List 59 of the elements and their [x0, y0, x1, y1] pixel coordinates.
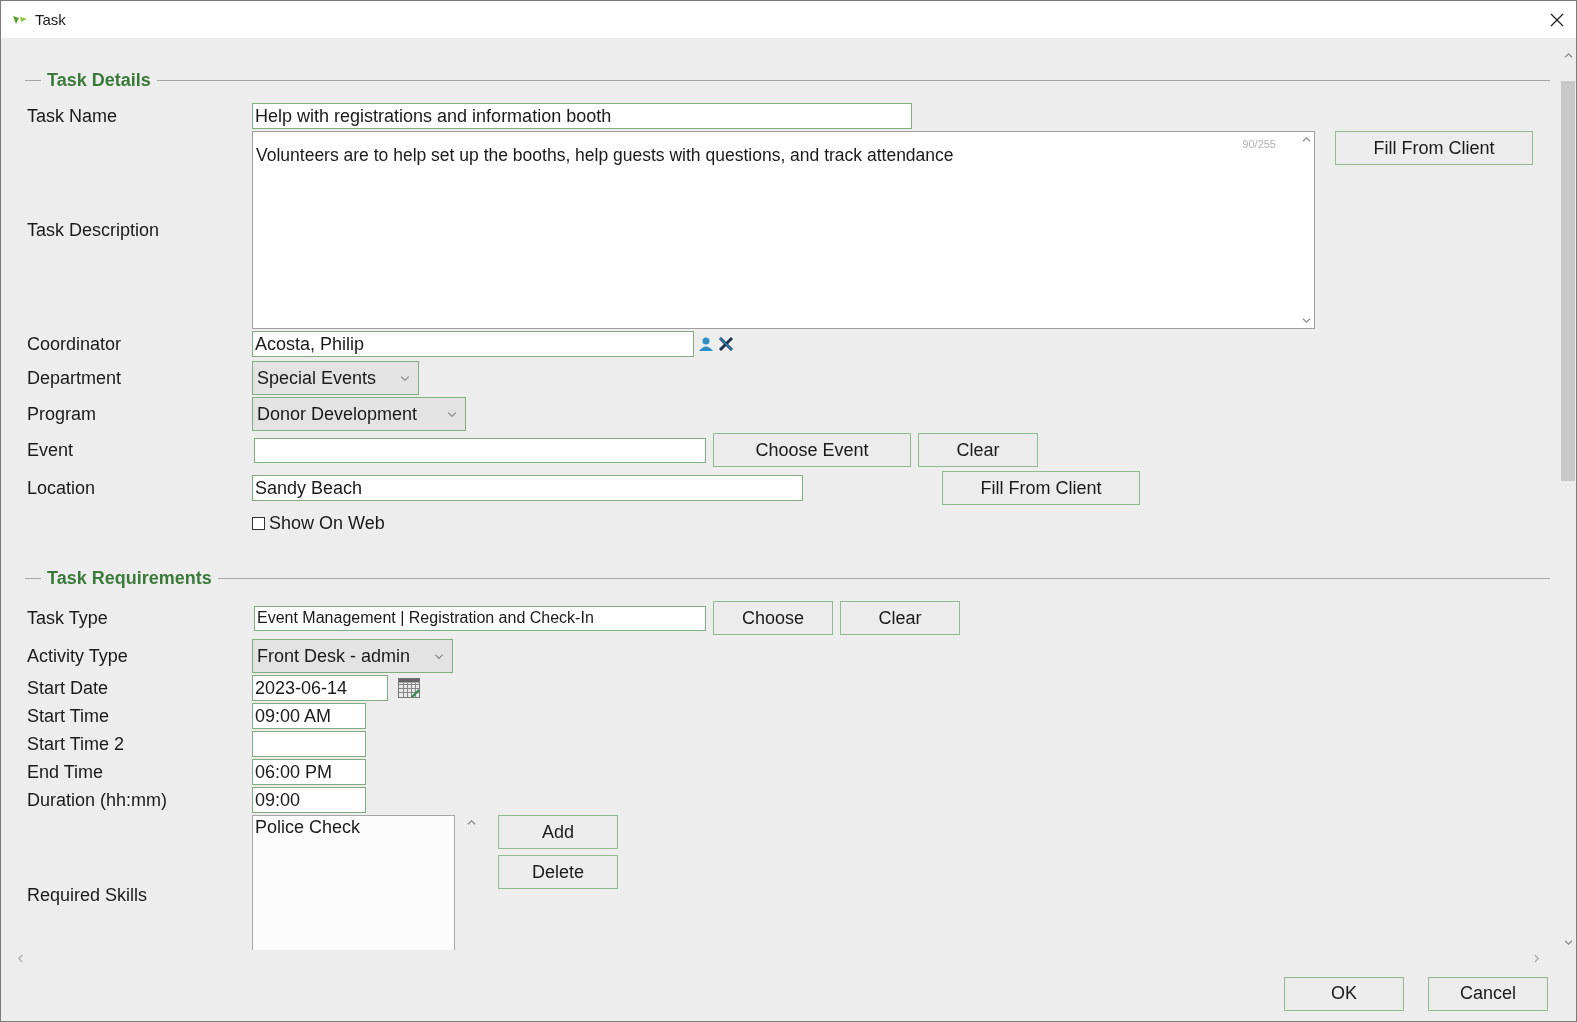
form-button[interactable]: Delete [498, 855, 618, 889]
dropdown[interactable]: Special Events [252, 361, 420, 395]
caret-icon [447, 410, 458, 418]
scroll-down-icon[interactable] [1563, 939, 1573, 946]
form-button[interactable]: Clear [918, 433, 1038, 467]
field-label: Task Type [26, 607, 109, 629]
field-label: Coordinator [26, 333, 123, 355]
checkbox[interactable]: Show On Web [252, 513, 1560, 534]
text-area[interactable]: Volunteers are to help set up the booths, help guests with questions, and track attendance 90/255 [252, 131, 1315, 329]
date-field[interactable]: 2023-06-14 [252, 675, 388, 701]
description-text: Volunteers are to help set up the booths, help guests with questions, and track attendance [256, 145, 954, 165]
form-button[interactable]: Clear [840, 601, 960, 635]
text-field[interactable]: Help with registrations and information booth [252, 103, 912, 129]
field-label: Duration (hh:mm) [26, 789, 169, 811]
section-title: Task Details [46, 70, 152, 91]
form-button[interactable]: Choose [713, 601, 833, 635]
window-title: Task [35, 11, 67, 28]
dialog-button[interactable]: Cancel [1428, 976, 1548, 1011]
caret-icon [400, 374, 411, 382]
scroll-up-icon[interactable] [467, 819, 476, 826]
list-item[interactable]: Police Check [255, 817, 452, 838]
scroll-right-icon[interactable] [1533, 953, 1540, 963]
form-button[interactable]: Fill From Client [1335, 131, 1533, 165]
dialog-button[interactable]: OK [1284, 976, 1404, 1011]
app-logo-icon [13, 14, 27, 25]
close-icon[interactable] [1550, 12, 1564, 27]
field-label: Start Time [26, 705, 111, 727]
clear-x-icon[interactable] [718, 336, 734, 352]
field-label: Start Time 2 [26, 733, 126, 755]
character-counter: 90/255 [1242, 138, 1276, 150]
scroll-left-icon[interactable] [17, 953, 24, 963]
dropdown[interactable]: Donor Development [252, 397, 467, 431]
calendar-icon[interactable] [398, 678, 420, 698]
section-title: Task Requirements [46, 568, 213, 589]
scroll-up-icon[interactable] [1563, 52, 1573, 59]
text-field[interactable]: Acosta, Philip [252, 331, 694, 357]
text-field[interactable]: 09:00 [252, 787, 366, 813]
field-label: Task Name [26, 105, 119, 127]
text-field[interactable]: 09:00 AM [252, 703, 366, 729]
field-label: Event [26, 439, 75, 461]
caret-icon [434, 652, 445, 660]
list-box[interactable]: Police Check [252, 815, 455, 950]
field-label: Location [26, 477, 97, 499]
text-field[interactable]: Sandy Beach [252, 475, 803, 501]
text-field[interactable]: 06:00 PM [252, 759, 366, 785]
field-label: Department [26, 367, 123, 389]
field-label: Task Description [26, 219, 161, 241]
scroll-up-icon[interactable] [1301, 136, 1311, 143]
field-label: Program [26, 403, 98, 425]
form-button[interactable]: Choose Event [713, 433, 911, 467]
scroll-down-icon[interactable] [1301, 317, 1311, 324]
field-label: Start Date [26, 677, 110, 699]
field-label: End Time [26, 761, 105, 783]
form-button[interactable]: Add [498, 815, 618, 849]
field-label: Activity Type [26, 645, 129, 667]
form-button[interactable]: Fill From Client [942, 471, 1140, 505]
dropdown[interactable]: Front Desk - admin [252, 639, 454, 673]
text-field[interactable]: Event Management | Registration and Check-In [254, 605, 706, 631]
field-label: Required Skills [26, 884, 149, 906]
